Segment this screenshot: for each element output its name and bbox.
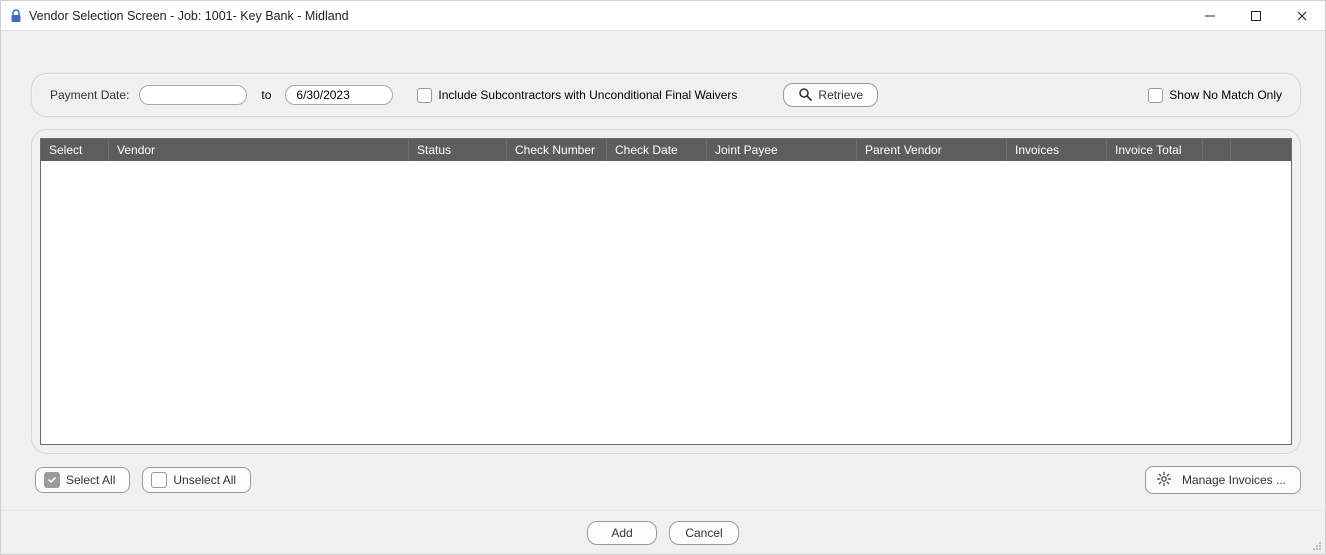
include-subs-checkbox[interactable] — [417, 88, 432, 103]
grid-panel: SelectVendorStatusCheck NumberCheck Date… — [31, 129, 1301, 454]
resize-grip-icon[interactable] — [1311, 540, 1323, 552]
column-header[interactable]: Vendor — [109, 139, 409, 161]
to-label: to — [261, 88, 271, 102]
footer: Add Cancel — [1, 510, 1325, 554]
column-header[interactable]: Select — [41, 139, 109, 161]
column-header[interactable]: Status — [409, 139, 507, 161]
show-no-match-checkbox[interactable] — [1148, 88, 1163, 103]
client-area: Payment Date: to Include Subcontractors … — [1, 31, 1325, 554]
column-header[interactable]: Invoices — [1007, 139, 1107, 161]
lock-icon — [9, 9, 23, 23]
maximize-button[interactable] — [1233, 1, 1279, 30]
window-title: Vendor Selection Screen - Job: 1001- Key… — [29, 9, 1187, 23]
gear-icon — [1156, 471, 1172, 490]
manage-invoices-label: Manage Invoices ... — [1182, 473, 1286, 487]
show-no-match-label: Show No Match Only — [1169, 88, 1282, 102]
select-all-label: Select All — [66, 473, 115, 487]
grid-body — [41, 161, 1291, 444]
cancel-button[interactable]: Cancel — [669, 521, 739, 545]
selection-bar: Select All Unselect All — [35, 466, 1301, 494]
column-header[interactable] — [1231, 139, 1271, 161]
payment-date-label: Payment Date: — [50, 88, 129, 102]
vendor-grid[interactable]: SelectVendorStatusCheck NumberCheck Date… — [40, 138, 1292, 445]
unselect-all-label: Unselect All — [173, 473, 236, 487]
column-header[interactable]: Invoice Total — [1107, 139, 1203, 161]
column-header[interactable]: Check Date — [607, 139, 707, 161]
checked-box-icon — [44, 472, 60, 488]
column-header[interactable]: Check Number — [507, 139, 607, 161]
unselect-all-button[interactable]: Unselect All — [142, 467, 251, 493]
manage-invoices-button[interactable]: Manage Invoices ... — [1145, 466, 1301, 494]
minimize-button[interactable] — [1187, 1, 1233, 30]
payment-date-from-input[interactable] — [139, 85, 247, 105]
select-all-button[interactable]: Select All — [35, 467, 130, 493]
titlebar: Vendor Selection Screen - Job: 1001- Key… — [1, 1, 1325, 31]
window-controls — [1187, 1, 1325, 30]
column-header[interactable]: Joint Payee — [707, 139, 857, 161]
close-button[interactable] — [1279, 1, 1325, 30]
column-header[interactable]: Parent Vendor — [857, 139, 1007, 161]
retrieve-label: Retrieve — [818, 88, 863, 102]
grid-header: SelectVendorStatusCheck NumberCheck Date… — [41, 139, 1291, 161]
payment-date-to-input[interactable] — [285, 85, 393, 105]
unchecked-box-icon — [151, 472, 167, 488]
search-icon — [798, 87, 812, 104]
filter-panel: Payment Date: to Include Subcontractors … — [31, 73, 1301, 117]
column-header[interactable] — [1203, 139, 1231, 161]
retrieve-button[interactable]: Retrieve — [783, 83, 878, 107]
app-window: Vendor Selection Screen - Job: 1001- Key… — [0, 0, 1326, 555]
include-subs-label: Include Subcontractors with Unconditiona… — [438, 88, 737, 102]
add-button[interactable]: Add — [587, 521, 657, 545]
include-subs-group: Include Subcontractors with Unconditiona… — [417, 88, 737, 103]
filter-right-group: Show No Match Only — [1148, 88, 1282, 103]
